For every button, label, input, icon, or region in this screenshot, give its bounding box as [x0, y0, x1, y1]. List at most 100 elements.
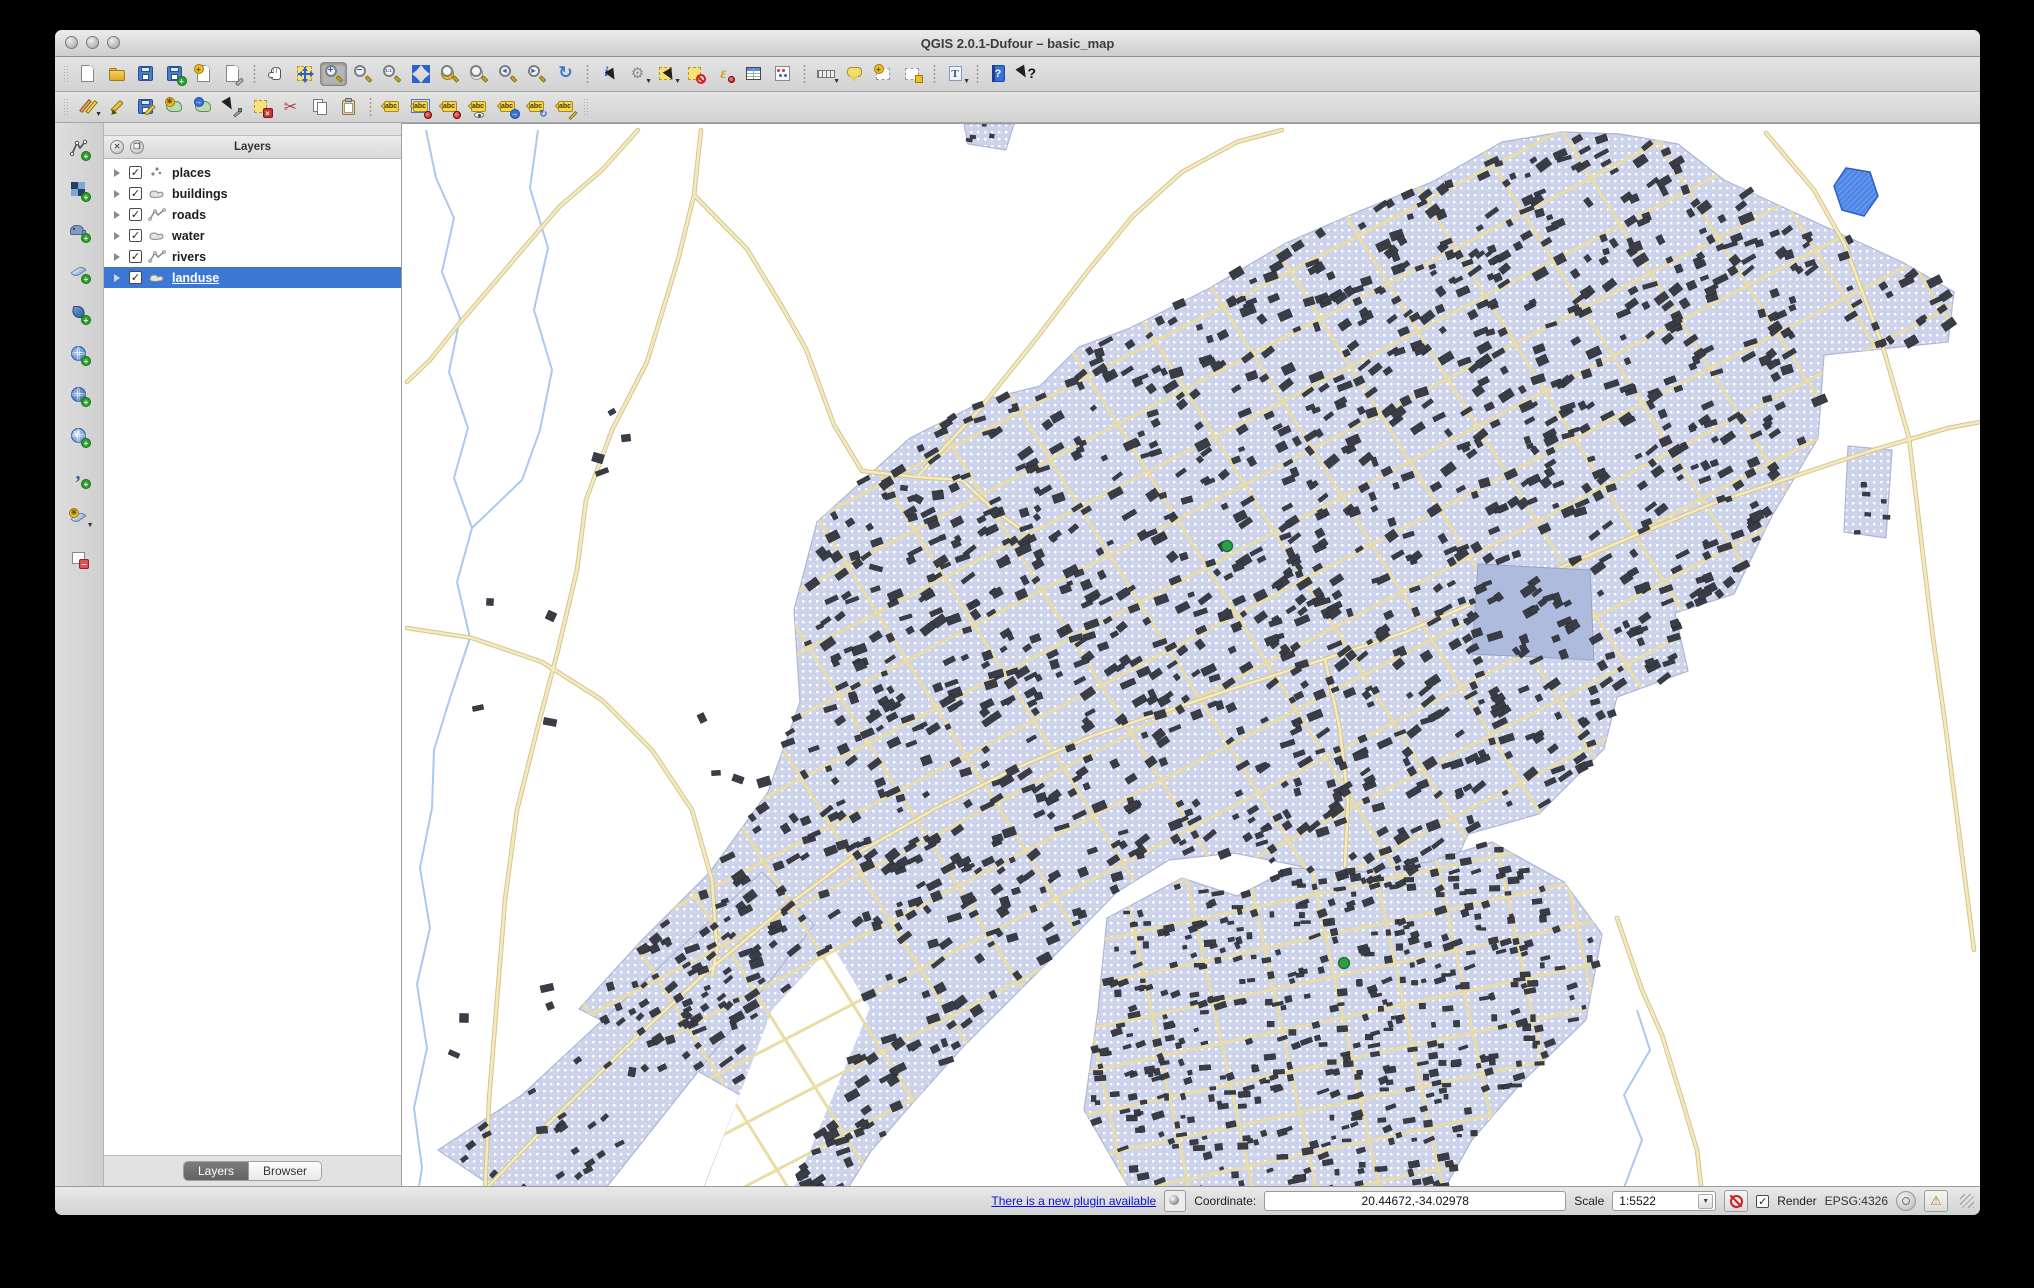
zoom-window-button[interactable]: [107, 36, 120, 49]
new-bookmark-button[interactable]: +: [870, 62, 897, 86]
paste-features-button[interactable]: [335, 95, 362, 119]
add-feature-button[interactable]: ✳: [161, 95, 188, 119]
layer-visibility-checkbox[interactable]: ✓: [129, 271, 142, 284]
new-composer-button[interactable]: +: [190, 62, 217, 86]
add-spatialite-layer-button[interactable]: +: [66, 260, 93, 284]
map-tips-button[interactable]: [841, 62, 868, 86]
select-features-button[interactable]: ▼: [653, 62, 680, 86]
stop-render-button[interactable]: [1724, 1190, 1748, 1212]
add-vector-layer-button[interactable]: +: [66, 137, 93, 161]
layer-row-places[interactable]: ✓places: [104, 162, 401, 183]
show-bookmarks-button[interactable]: [899, 62, 926, 86]
add-postgis-layer-button[interactable]: +: [66, 219, 93, 243]
tab-browser[interactable]: Browser: [248, 1162, 321, 1180]
zoom-full-button[interactable]: [407, 62, 434, 86]
open-project-button[interactable]: [103, 62, 130, 86]
open-attribute-table-button[interactable]: [740, 62, 767, 86]
pin-labels-button[interactable]: abc: [407, 95, 434, 119]
layer-row-roads[interactable]: ✓roads: [104, 204, 401, 225]
toolbar-drag-handle[interactable]: [63, 65, 70, 83]
add-delimited-text-layer-button[interactable]: ,+: [66, 465, 93, 489]
plugin-icon[interactable]: [1164, 1190, 1186, 1212]
move-feature-button[interactable]: →: [190, 95, 217, 119]
zoom-next-button[interactable]: ▸: [523, 62, 550, 86]
pan-map-button[interactable]: [262, 62, 289, 86]
zoom-to-layer-button[interactable]: [465, 62, 492, 86]
highlight-pinned-labels-button[interactable]: abc: [436, 95, 463, 119]
expand-arrow-icon[interactable]: [114, 232, 124, 240]
whats-this-button[interactable]: ?: [1014, 62, 1041, 86]
dropdown-arrow-icon[interactable]: ▼: [833, 78, 840, 85]
toolbar-drag-handle[interactable]: [63, 98, 70, 116]
text-annotation-button[interactable]: T▼: [942, 62, 969, 86]
layer-row-buildings[interactable]: ✓buildings: [104, 183, 401, 204]
new-project-button[interactable]: [74, 62, 101, 86]
move-label-button[interactable]: abc→: [494, 95, 521, 119]
save-project-button[interactable]: [132, 62, 159, 86]
help-contents-button[interactable]: ?: [985, 62, 1012, 86]
copy-features-button[interactable]: [306, 95, 333, 119]
resize-grip[interactable]: [1960, 1194, 1974, 1208]
expand-arrow-icon[interactable]: [114, 274, 124, 282]
current-edits-button[interactable]: ▼: [74, 95, 101, 119]
close-window-button[interactable]: [65, 36, 78, 49]
layer-labeling-button[interactable]: abc: [378, 95, 405, 119]
change-label-button[interactable]: abc: [552, 95, 579, 119]
field-calculator-button[interactable]: [769, 62, 796, 86]
layer-visibility-checkbox[interactable]: ✓: [129, 166, 142, 179]
layer-row-water[interactable]: ✓water: [104, 225, 401, 246]
map-canvas[interactable]: [402, 123, 1980, 1186]
dropdown-arrow-icon[interactable]: ▼: [87, 522, 94, 529]
layer-row-landuse[interactable]: ✓landuse: [104, 267, 401, 288]
dropdown-arrow-icon[interactable]: ▼: [674, 78, 681, 85]
dropdown-arrow-icon[interactable]: ▼: [95, 111, 102, 118]
expand-arrow-icon[interactable]: [114, 190, 124, 198]
node-tool-button[interactable]: [219, 95, 246, 119]
zoom-to-selection-button[interactable]: [436, 62, 463, 86]
new-plugin-link[interactable]: There is a new plugin available: [991, 1194, 1156, 1208]
layer-visibility-checkbox[interactable]: ✓: [129, 208, 142, 221]
select-by-expression-button[interactable]: ε: [711, 62, 738, 86]
zoom-in-button[interactable]: +: [320, 62, 347, 86]
layer-visibility-checkbox[interactable]: ✓: [129, 229, 142, 242]
crs-globe-button[interactable]: [1896, 1191, 1916, 1211]
expand-arrow-icon[interactable]: [114, 211, 124, 219]
zoom-out-button[interactable]: −: [349, 62, 376, 86]
add-raster-layer-button[interactable]: +: [66, 178, 93, 202]
cut-features-button[interactable]: ✂: [277, 95, 304, 119]
zoom-last-button[interactable]: ◂: [494, 62, 521, 86]
scale-dropdown-icon[interactable]: ▼: [1698, 1194, 1713, 1209]
coordinate-input[interactable]: 20.44672,-34.02978: [1264, 1191, 1566, 1211]
map-svg[interactable]: [402, 124, 1980, 1186]
refresh-map-button[interactable]: ↻: [552, 62, 579, 86]
layer-visibility-checkbox[interactable]: ✓: [129, 250, 142, 263]
layer-row-rivers[interactable]: ✓rivers: [104, 246, 401, 267]
identify-features-button[interactable]: i: [595, 62, 622, 86]
add-wfs-layer-button[interactable]: V+: [66, 424, 93, 448]
minimize-window-button[interactable]: [86, 36, 99, 49]
save-project-as-button[interactable]: +: [161, 62, 188, 86]
measure-button[interactable]: ▼: [812, 62, 839, 86]
composer-manager-button[interactable]: [219, 62, 246, 86]
layer-visibility-checkbox[interactable]: ✓: [129, 187, 142, 200]
new-shapefile-layer-button[interactable]: ✳▼: [66, 506, 93, 530]
add-mssql-layer-button[interactable]: +: [66, 301, 93, 325]
delete-selected-button[interactable]: ×: [248, 95, 275, 119]
expand-arrow-icon[interactable]: [114, 253, 124, 261]
tab-layers[interactable]: Layers: [184, 1162, 248, 1180]
deselect-all-button[interactable]: [682, 62, 709, 86]
toggle-editing-button[interactable]: [103, 95, 130, 119]
toolbar-drag-handle[interactable]: [583, 98, 590, 116]
pan-to-selection-button[interactable]: [291, 62, 318, 86]
run-feature-action-button[interactable]: ⚙▼: [624, 62, 651, 86]
add-wms-layer-button[interactable]: +: [66, 342, 93, 366]
render-checkbox[interactable]: ✓: [1756, 1195, 1769, 1208]
zoom-native-button[interactable]: 1:1: [378, 62, 405, 86]
show-hide-labels-button[interactable]: abc: [465, 95, 492, 119]
scale-combo[interactable]: 1:5522▼: [1612, 1191, 1716, 1211]
remove-layer-button[interactable]: –: [66, 547, 93, 571]
messages-warning-button[interactable]: ⚠: [1924, 1190, 1948, 1212]
rotate-label-button[interactable]: abc↻: [523, 95, 550, 119]
save-layer-edits-button[interactable]: [132, 95, 159, 119]
dropdown-arrow-icon[interactable]: ▼: [645, 78, 652, 85]
